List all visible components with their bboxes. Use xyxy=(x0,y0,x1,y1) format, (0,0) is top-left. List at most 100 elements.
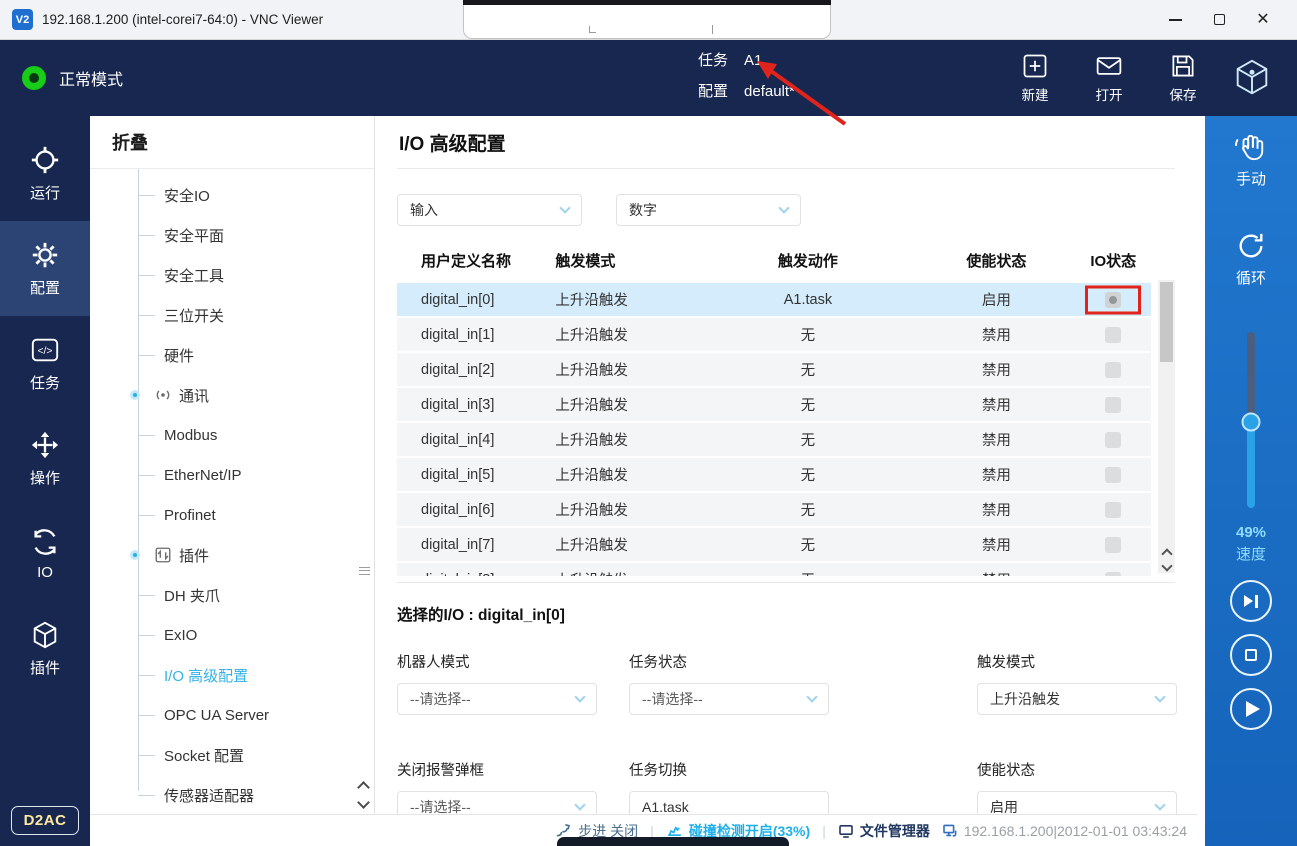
scrollbar-thumb[interactable] xyxy=(1160,282,1173,362)
io-state-indicator[interactable] xyxy=(1105,467,1121,483)
new-button[interactable]: 新建 xyxy=(1021,52,1049,104)
tree-scrollbar-grip[interactable] xyxy=(359,564,370,577)
cell-name: digital_in[7] xyxy=(397,537,555,553)
open-button[interactable]: 打开 xyxy=(1095,52,1123,104)
cell-enable-state: 禁用 xyxy=(917,394,1075,415)
scroll-up-icon[interactable] xyxy=(357,781,370,794)
sidebar-item-task[interactable]: </>任务 xyxy=(0,316,90,411)
loop-label: 循环 xyxy=(1236,267,1266,288)
chevron-down-icon xyxy=(1154,799,1165,810)
io-state-indicator[interactable] xyxy=(1105,572,1121,577)
tree-item-14[interactable]: Socket 配置 xyxy=(90,735,374,775)
speed-slider[interactable] xyxy=(1247,332,1255,508)
io-state-indicator[interactable] xyxy=(1105,432,1121,448)
maximize-button[interactable] xyxy=(1197,3,1241,37)
scroll-down-icon[interactable] xyxy=(1161,560,1172,571)
io-state-indicator[interactable] xyxy=(1105,502,1121,518)
close-button[interactable]: ✕ xyxy=(1241,3,1285,37)
task-value: A1 xyxy=(744,52,762,69)
select-value: 上升沿触发 xyxy=(990,689,1060,709)
step-forward-button[interactable] xyxy=(1230,580,1272,622)
tree-item-3[interactable]: 三位开关 xyxy=(90,295,374,335)
save-button[interactable]: 保存 xyxy=(1169,52,1197,104)
io-state-indicator[interactable] xyxy=(1105,327,1121,343)
tree-item-1[interactable]: 安全平面 xyxy=(90,215,374,255)
network-label: 192.168.1.200|2012-01-01 03:43:24 xyxy=(964,823,1187,839)
robot-mode-indicator[interactable]: 正常模式 xyxy=(22,66,123,90)
play-button[interactable] xyxy=(1230,688,1272,730)
vnc-floating-toolbar[interactable] xyxy=(463,5,831,39)
sidebar-item-operate[interactable]: 操作 xyxy=(0,411,90,506)
cell-io-state xyxy=(1076,493,1151,526)
sidebar-item-io[interactable]: IO xyxy=(0,506,90,601)
tree-item-11[interactable]: ExIO xyxy=(90,615,374,655)
tree-item-label: 通讯 xyxy=(179,385,209,406)
io-direction-select[interactable]: 输入 xyxy=(397,194,582,226)
trigger-mode-select[interactable]: 上升沿触发 xyxy=(977,683,1177,715)
sidebar-item-plugin[interactable]: 插件 xyxy=(0,601,90,696)
task-switch-input[interactable]: A1.task xyxy=(629,791,829,814)
cell-name: digital_in[5] xyxy=(397,467,555,483)
tree-item-6[interactable]: Modbus xyxy=(90,415,374,455)
table-row[interactable]: digital_in[6]上升沿触发无禁用 xyxy=(397,493,1151,526)
tree-item-7[interactable]: EtherNet/IP xyxy=(90,455,374,495)
cell-name: digital_in[2] xyxy=(397,362,555,378)
io-type-select[interactable]: 数字 xyxy=(616,194,801,226)
loop-mode-button[interactable]: 循环 xyxy=(1236,231,1266,288)
manual-mode-button[interactable]: 手动 xyxy=(1234,132,1268,189)
table-row[interactable]: digital_in[5]上升沿触发无禁用 xyxy=(397,458,1151,491)
tree-item-label: 硬件 xyxy=(164,345,194,366)
cell-enable-state: 禁用 xyxy=(917,569,1075,576)
table-row[interactable]: digital_in[1]上升沿触发无禁用 xyxy=(397,318,1151,351)
tree-item-15[interactable]: 传感器适配器 xyxy=(90,775,374,814)
cell-io-state xyxy=(1076,563,1151,576)
cell-enable-state: 禁用 xyxy=(917,499,1075,520)
table-row[interactable]: digital_in[0]上升沿触发A1.task启用 xyxy=(397,283,1151,316)
robot-mode-select[interactable]: --请选择-- xyxy=(397,683,597,715)
app-header: 正常模式 任务 A1 配置 default* 新建打开保存 xyxy=(0,40,1297,116)
tree-item-2[interactable]: 安全工具 xyxy=(90,255,374,295)
file-manager-button[interactable]: 文件管理器 xyxy=(838,821,930,841)
d2ac-button[interactable]: D2AC xyxy=(11,806,80,835)
brand-logo-icon xyxy=(1231,57,1273,99)
tree-item-0[interactable]: 安全IO xyxy=(90,175,374,215)
task-state-select[interactable]: --请选择-- xyxy=(629,683,829,715)
field-label: 任务切换 xyxy=(629,759,977,780)
tree-collapse-header[interactable]: 折叠 xyxy=(90,116,374,169)
io-state-indicator[interactable] xyxy=(1105,362,1121,378)
io-icon xyxy=(30,527,60,557)
tree-item-13[interactable]: OPC UA Server xyxy=(90,695,374,735)
enable-state-select[interactable]: 启用 xyxy=(977,791,1177,814)
scroll-up-icon[interactable] xyxy=(1161,548,1172,559)
tree-item-9[interactable]: 插件 xyxy=(90,535,374,575)
tree-item-8[interactable]: Profinet xyxy=(90,495,374,535)
cell-trigger-mode: 上升沿触发 xyxy=(555,534,698,555)
tree-item-4[interactable]: 硬件 xyxy=(90,335,374,375)
table-row[interactable]: digital_in[8]上升沿触发无禁用 xyxy=(397,563,1151,576)
stop-icon xyxy=(1245,649,1257,661)
tree-item-label: Socket 配置 xyxy=(164,745,244,766)
speed-slider-thumb[interactable] xyxy=(1242,412,1261,431)
scroll-down-icon[interactable] xyxy=(357,796,370,809)
close-alarm-popup-select[interactable]: --请选择-- xyxy=(397,791,597,814)
file-manager-icon xyxy=(838,823,854,839)
sidebar-item-run[interactable]: 运行 xyxy=(0,126,90,221)
stop-button[interactable] xyxy=(1230,634,1272,676)
left-sidebar: 运行配置</>任务操作IO插件 D2AC xyxy=(0,116,90,846)
table-row[interactable]: digital_in[3]上升沿触发无禁用 xyxy=(397,388,1151,421)
cell-trigger-mode: 上升沿触发 xyxy=(555,324,698,345)
config-tree-panel: 折叠 安全IO安全平面安全工具三位开关硬件通讯 ModbusEtherNet/IP… xyxy=(90,116,375,814)
table-row[interactable]: digital_in[4]上升沿触发无禁用 xyxy=(397,423,1151,456)
tree-item-10[interactable]: DH 夹爪 xyxy=(90,575,374,615)
table-row[interactable]: digital_in[7]上升沿触发无禁用 xyxy=(397,528,1151,561)
io-state-indicator[interactable] xyxy=(1105,397,1121,413)
sidebar-item-config[interactable]: 配置 xyxy=(0,221,90,316)
table-row[interactable]: digital_in[2]上升沿触发无禁用 xyxy=(397,353,1151,386)
minimize-button[interactable] xyxy=(1153,3,1197,37)
column-header: 触发动作 xyxy=(699,250,918,271)
playback-buttons xyxy=(1230,580,1272,730)
table-scrollbar[interactable] xyxy=(1158,280,1175,573)
tree-item-5[interactable]: 通讯 xyxy=(90,375,374,415)
io-state-indicator[interactable] xyxy=(1105,537,1121,553)
tree-item-12[interactable]: I/O 高级配置 xyxy=(90,655,374,695)
